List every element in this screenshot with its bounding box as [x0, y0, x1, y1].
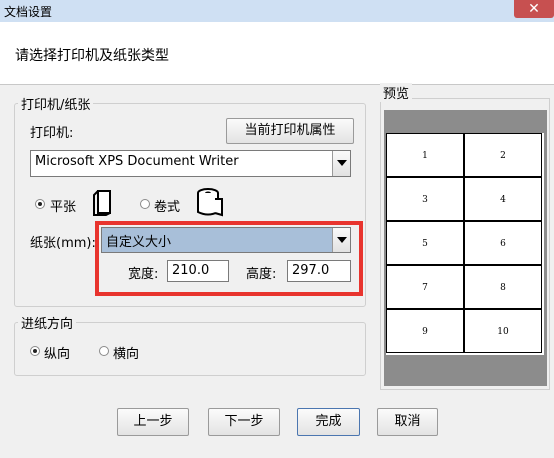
- preview-cell: 10: [464, 309, 542, 353]
- highlight-box: [95, 221, 363, 296]
- title-bar: [0, 0, 554, 23]
- chevron-down-icon[interactable]: [332, 151, 350, 176]
- printer-select[interactable]: Microsoft XPS Document Writer: [30, 150, 351, 177]
- printer-label: 打印机:: [30, 126, 74, 141]
- preview-cell: 7: [386, 265, 464, 309]
- landscape-radio[interactable]: [99, 346, 109, 356]
- printer-select-value: Microsoft XPS Document Writer: [35, 154, 239, 169]
- preview-cell: 1: [386, 133, 464, 177]
- preview-cell: 9: [386, 309, 464, 353]
- preview-cell: 8: [464, 265, 542, 309]
- window-title: 文档设置: [4, 5, 53, 19]
- finish-button[interactable]: 完成: [297, 408, 360, 436]
- close-button[interactable]: ✕: [514, 0, 554, 18]
- next-button[interactable]: 下一步: [208, 408, 280, 436]
- preview-page: 1 2 3 4 5 6 7 8 9 10: [386, 133, 544, 355]
- landscape-label: 横向: [113, 347, 140, 362]
- previous-button[interactable]: 上一步: [117, 408, 189, 436]
- preview-cell: 2: [464, 133, 542, 177]
- roll-paper-label: 卷式: [154, 200, 181, 215]
- preview-legend: 预览: [380, 83, 413, 102]
- portrait-radio[interactable]: [30, 346, 40, 356]
- instruction-text: 请选择打印机及纸张类型: [15, 48, 169, 64]
- preview-cell: 3: [386, 177, 464, 221]
- feed-direction-legend: 进纸方向: [18, 313, 77, 332]
- roll-paper-icon: [194, 187, 224, 217]
- printer-paper-legend: 打印机/纸张: [18, 94, 94, 113]
- cancel-button[interactable]: 取消: [377, 408, 438, 436]
- flat-paper-icon: [92, 188, 114, 216]
- preview-cell: 6: [464, 221, 542, 265]
- preview-cell: 5: [386, 221, 464, 265]
- portrait-label: 纵向: [44, 347, 71, 362]
- paper-size-label: 纸张(mm):: [30, 236, 96, 251]
- roll-paper-radio[interactable]: [140, 199, 150, 209]
- printer-properties-button[interactable]: 当前打印机属性: [226, 118, 354, 144]
- flat-paper-label: 平张: [50, 200, 77, 215]
- flat-paper-radio[interactable]: [35, 199, 45, 209]
- preview-cell: 4: [464, 177, 542, 221]
